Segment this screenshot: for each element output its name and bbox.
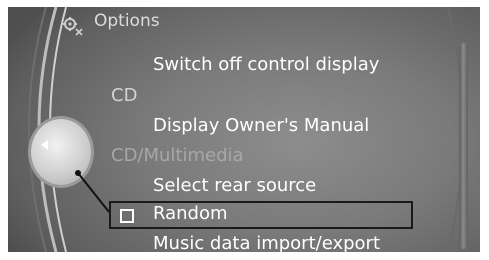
pointer-line <box>75 170 110 213</box>
options-screen: Options Switch off control display CD Di… <box>8 7 480 252</box>
